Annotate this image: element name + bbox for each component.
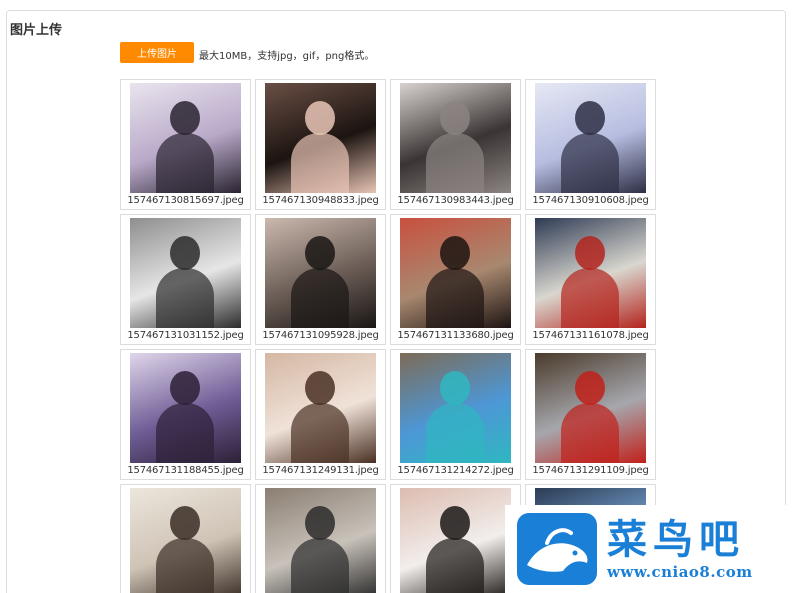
- thumbnail-filename: 157467131188455.jpeg: [127, 465, 244, 476]
- thumbnail-filename: 157467130910608.jpeg: [532, 195, 649, 206]
- image-thumbnail-card[interactable]: 157467131095928.jpeg: [255, 214, 386, 345]
- upload-hint: 最大10MB，支持jpg，gif，png格式。: [199, 51, 375, 62]
- thumbnail-filename: 157467130815697.jpeg: [127, 195, 244, 206]
- thumbnail-image: [130, 83, 241, 193]
- thumbnail-image: [535, 83, 646, 193]
- thumbnail-image: [130, 488, 241, 593]
- thumbnail-image: [400, 83, 511, 193]
- image-thumbnail-card[interactable]: 157467131161078.jpeg: [525, 214, 656, 345]
- image-thumbnail-card[interactable]: [390, 484, 521, 593]
- watermark-title: 菜鸟吧: [607, 516, 745, 563]
- image-thumbnail-card[interactable]: 157467131031152.jpeg: [120, 214, 251, 345]
- thumbnail-filename: 157467130983443.jpeg: [397, 195, 514, 206]
- site-watermark: 菜鸟吧 www.cniao8.com: [505, 505, 800, 593]
- thumbnail-image: [265, 353, 376, 463]
- image-thumbnail-card[interactable]: 157467130815697.jpeg: [120, 79, 251, 210]
- thumbnail-filename: 157467131095928.jpeg: [262, 330, 379, 341]
- image-thumbnail-card[interactable]: 157467130948833.jpeg: [255, 79, 386, 210]
- thumbnail-image: [130, 218, 241, 328]
- thumbnail-image: [265, 83, 376, 193]
- thumbnail-image: [535, 353, 646, 463]
- bird-logo-icon: [517, 513, 597, 585]
- thumbnail-image: [535, 218, 646, 328]
- thumbnail-image: [400, 353, 511, 463]
- image-thumbnail-card[interactable]: [120, 484, 251, 593]
- image-thumbnail-card[interactable]: 157467131214272.jpeg: [390, 349, 521, 480]
- thumbnail-filename: 157467131133680.jpeg: [397, 330, 514, 341]
- thumbnail-filename: 157467131249131.jpeg: [262, 465, 379, 476]
- thumbnail-image: [265, 488, 376, 593]
- upload-image-button[interactable]: 上传图片: [120, 42, 194, 63]
- thumbnail-image: [265, 218, 376, 328]
- thumbnail-filename: 157467131031152.jpeg: [127, 330, 244, 341]
- image-thumbnail-card[interactable]: 157467131249131.jpeg: [255, 349, 386, 480]
- image-thumbnail-card[interactable]: 157467131291109.jpeg: [525, 349, 656, 480]
- image-thumbnail-card[interactable]: 157467130983443.jpeg: [390, 79, 521, 210]
- thumbnail-image: [400, 218, 511, 328]
- thumbnail-image: [130, 353, 241, 463]
- thumbnail-image: [400, 488, 511, 593]
- thumbnail-filename: 157467130948833.jpeg: [262, 195, 379, 206]
- thumbnail-filename: 157467131161078.jpeg: [532, 330, 649, 341]
- watermark-url: www.cniao8.com: [607, 563, 753, 581]
- image-thumbnail-card[interactable]: 157467131133680.jpeg: [390, 214, 521, 345]
- image-thumbnail-card[interactable]: 157467130910608.jpeg: [525, 79, 656, 210]
- image-thumbnail-card[interactable]: 157467131188455.jpeg: [120, 349, 251, 480]
- image-thumbnail-card[interactable]: [255, 484, 386, 593]
- thumbnail-filename: 157467131291109.jpeg: [532, 465, 649, 476]
- section-title: 图片上传: [10, 23, 63, 38]
- thumbnail-filename: 157467131214272.jpeg: [397, 465, 514, 476]
